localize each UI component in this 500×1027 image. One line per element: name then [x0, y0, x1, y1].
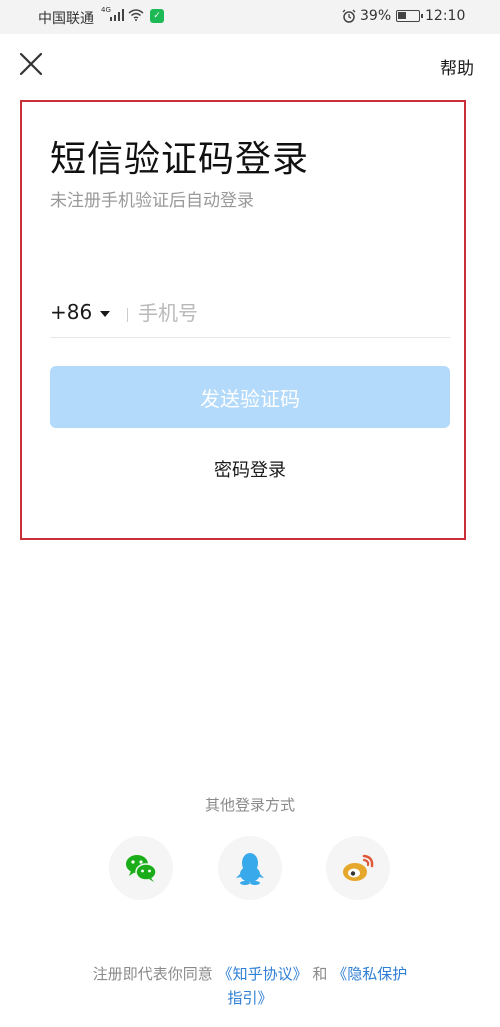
- privacy-link[interactable]: 《隐私保护: [332, 965, 407, 983]
- agreement-link[interactable]: 《知乎协议》: [218, 965, 308, 983]
- privacy-link-continued[interactable]: 指引》: [227, 989, 272, 1007]
- input-divider: [127, 308, 128, 322]
- terms-prefix: 注册即代表你同意: [92, 965, 213, 983]
- terms-notice: 注册即代表你同意 《知乎协议》 和 《隐私保护 指引》: [0, 962, 500, 1010]
- other-login-label: 其他登录方式: [204, 796, 295, 814]
- help-button[interactable]: 帮助: [440, 54, 474, 79]
- chevron-down-icon[interactable]: [100, 311, 110, 317]
- app-notification-icon: ✓: [150, 9, 164, 23]
- page-subtitle: 未注册手机验证后自动登录: [50, 191, 254, 211]
- wechat-login-button[interactable]: [109, 836, 173, 900]
- wifi-icon: [128, 9, 144, 25]
- close-icon[interactable]: [17, 50, 45, 78]
- weibo-login-button[interactable]: [326, 836, 390, 900]
- alarm-icon: [342, 9, 356, 27]
- phone-input-row: +86: [50, 290, 450, 338]
- qq-icon: [236, 853, 264, 885]
- signal-icon: [110, 9, 124, 25]
- phone-number-input[interactable]: [138, 296, 438, 330]
- carrier-name: 中国联通: [38, 11, 94, 27]
- battery-percent: 39%: [360, 8, 392, 24]
- wechat-icon: [126, 855, 157, 882]
- terms-and: 和: [312, 965, 328, 983]
- send-code-button[interactable]: 发送验证码: [50, 366, 450, 428]
- status-bar: 中国联通 4G ✓ 39% 12:10: [0, 0, 500, 34]
- weibo-icon: [343, 854, 374, 881]
- password-login-link[interactable]: 密码登录: [0, 456, 500, 482]
- battery-icon: [396, 10, 423, 22]
- country-code-selector[interactable]: +86: [50, 300, 92, 324]
- page-title: 短信验证码登录: [50, 139, 310, 180]
- qq-login-button[interactable]: [218, 836, 282, 900]
- clock: 12:10: [425, 8, 466, 24]
